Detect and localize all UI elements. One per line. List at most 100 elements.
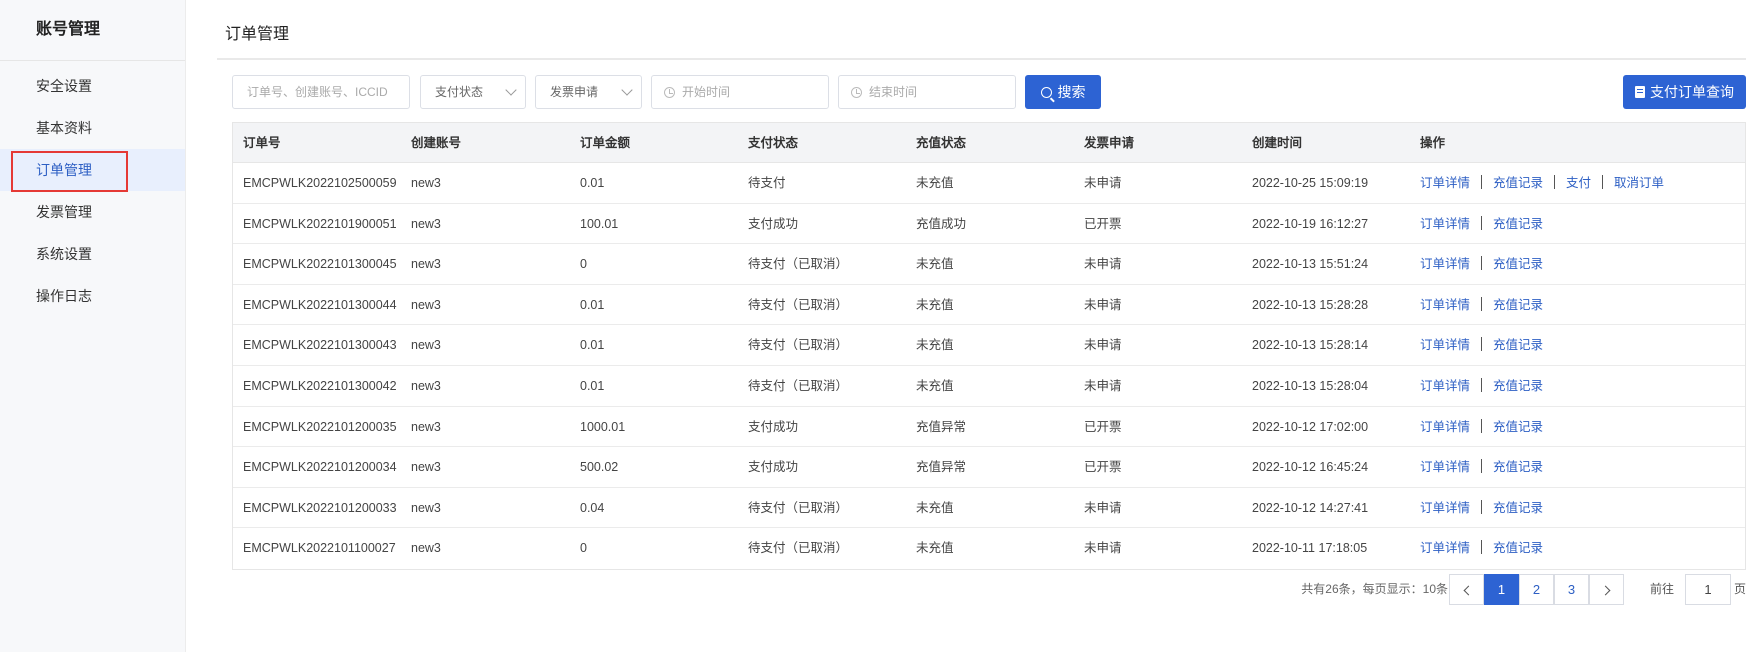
cell-account: new3 — [411, 419, 441, 434]
order-detail-link[interactable]: 订单详情 — [1420, 541, 1470, 555]
order-detail-link[interactable]: 订单详情 — [1420, 217, 1470, 231]
action-separator — [1481, 337, 1483, 352]
start-date-input[interactable]: 开始时间 — [651, 75, 829, 109]
cell-time: 2022-10-13 15:51:24 — [1252, 257, 1369, 272]
cell-actions: 订单详情 充值记录 — [1410, 488, 1745, 528]
end-date-placeholder: 结束时间 — [869, 85, 918, 99]
order-detail-link[interactable]: 订单详情 — [1420, 338, 1470, 352]
column-header: 创建时间 — [1252, 136, 1303, 150]
cell-account: new3 — [411, 216, 441, 231]
order-detail-link[interactable]: 订单详情 — [1420, 501, 1470, 515]
chevron-down-icon — [505, 84, 517, 96]
cell-pay: 待支付（已取消） — [748, 500, 849, 515]
action-separator — [1481, 296, 1483, 311]
cell-invoice: 未申请 — [1084, 176, 1122, 190]
cell-amount: 0 — [580, 257, 587, 272]
cell-time: 2022-10-13 15:28:14 — [1252, 338, 1369, 353]
end-date-input[interactable]: 结束时间 — [838, 75, 1016, 109]
action-separator — [1481, 499, 1483, 514]
cancel-order-link[interactable]: 取消订单 — [1614, 176, 1664, 190]
cell-recharge: 未充值 — [916, 297, 954, 312]
search-input[interactable]: 订单号、创建账号、ICCID — [232, 75, 410, 109]
recharge-record-link[interactable]: 充值记录 — [1493, 379, 1543, 393]
recharge-record-link[interactable]: 充值记录 — [1493, 257, 1543, 271]
search-icon — [1040, 87, 1052, 98]
cell-recharge: 未充值 — [916, 541, 954, 556]
order-detail-link[interactable]: 订单详情 — [1420, 460, 1470, 474]
pay-status-select[interactable]: 支付状态 — [420, 75, 526, 109]
cell-account: new3 — [411, 541, 441, 556]
goto-page-input[interactable]: 1 — [1685, 574, 1731, 605]
next-page-button[interactable] — [1589, 574, 1624, 605]
cell-time: 2022-10-13 15:28:28 — [1252, 297, 1369, 312]
cell-actions: 订单详情 充值记录 — [1410, 447, 1745, 487]
page-button[interactable]: 2 — [1519, 574, 1554, 605]
recharge-record-link[interactable]: 充值记录 — [1493, 217, 1543, 231]
clock-icon — [664, 87, 675, 98]
table-row: EMCPWLK2022101200033 new3 0.04 待支付（已取消） 未充值 未… — [233, 488, 1745, 529]
recharge-record-link[interactable]: 充值记录 — [1493, 501, 1543, 515]
recharge-record-link[interactable]: 充值记录 — [1493, 298, 1543, 312]
cell-pay: 支付成功 — [748, 216, 799, 231]
column-header: 支付状态 — [748, 136, 799, 150]
cell-actions: 订单详情 充值记录 — [1410, 244, 1745, 284]
pay-link[interactable]: 支付 — [1566, 176, 1591, 190]
goto-label: 前往 — [1649, 582, 1674, 596]
invoice-select[interactable]: 发票申请 — [535, 75, 642, 109]
sidebar-item-security[interactable]: 安全设置 — [0, 65, 185, 107]
recharge-record-link[interactable]: 充值记录 — [1493, 460, 1543, 474]
order-detail-link[interactable]: 订单详情 — [1420, 298, 1470, 312]
sidebar-item-invoices[interactable]: 发票管理 — [0, 191, 185, 233]
cell-pay: 待支付（已取消） — [748, 378, 849, 393]
sidebar-item-logs[interactable]: 操作日志 — [0, 275, 185, 317]
cell-amount: 100.01 — [580, 216, 619, 231]
cell-invoice: 未申请 — [1084, 541, 1122, 556]
sidebar-item-settings[interactable]: 系统设置 — [0, 233, 185, 275]
cell-pay: 待支付（已取消） — [748, 338, 849, 353]
sidebar-item-orders[interactable]: 订单管理 — [0, 149, 185, 192]
action-separator — [1481, 377, 1483, 392]
start-date-placeholder: 开始时间 — [682, 85, 731, 99]
order-detail-link[interactable]: 订单详情 — [1420, 257, 1470, 271]
cell-order: EMCPWLK2022101300045 — [243, 257, 397, 272]
table-body: EMCPWLK2022102500059 new3 0.01 待支付 未充值 未申请 202… — [233, 163, 1745, 569]
recharge-record-link[interactable]: 充值记录 — [1493, 338, 1543, 352]
cell-invoice: 未申请 — [1084, 338, 1122, 353]
cell-time: 2022-10-12 14:27:41 — [1252, 500, 1369, 515]
main-content: 订单管理 订单号、创建账号、ICCID 支付状态 发票申请 开始时间 结束时间 … — [217, 0, 1746, 652]
cell-recharge: 未充值 — [916, 338, 954, 353]
search-button[interactable]: 搜索 — [1025, 75, 1101, 109]
action-separator — [1481, 256, 1483, 271]
invoice-select-label: 发票申请 — [550, 85, 599, 99]
cell-account: new3 — [411, 297, 441, 312]
cell-actions: 订单详情 充值记录 — [1410, 407, 1745, 447]
cell-recharge: 未充值 — [916, 500, 954, 515]
selection-highlight-box — [11, 151, 128, 192]
recharge-record-link[interactable]: 充值记录 — [1493, 420, 1543, 434]
cell-recharge: 充值异常 — [916, 419, 967, 434]
clock-icon — [851, 87, 862, 98]
cell-recharge: 未充值 — [916, 257, 954, 272]
recharge-record-link[interactable]: 充值记录 — [1493, 541, 1543, 555]
cell-order: EMCPWLK2022101300043 — [243, 338, 397, 353]
chevron-down-icon — [621, 84, 633, 96]
cell-order: EMCPWLK2022101200035 — [243, 419, 397, 434]
orders-table: 订单号 创建账号 订单金额 支付状态 充值状态 发票申请 创建时间 操作 EMC… — [232, 122, 1746, 570]
order-detail-link[interactable]: 订单详情 — [1420, 176, 1470, 190]
payment-order-query-button[interactable]: 支付订单查询 — [1623, 75, 1746, 109]
prev-page-button[interactable] — [1449, 574, 1484, 605]
cell-time: 2022-10-13 15:28:04 — [1252, 378, 1369, 393]
page-button[interactable]: 3 — [1554, 574, 1589, 605]
order-detail-link[interactable]: 订单详情 — [1420, 379, 1470, 393]
column-header: 创建账号 — [411, 136, 462, 150]
cell-pay: 待支付（已取消） — [748, 541, 849, 556]
sidebar-item-profile[interactable]: 基本资料 — [0, 107, 185, 149]
order-detail-link[interactable]: 订单详情 — [1420, 420, 1470, 434]
cell-account: new3 — [411, 378, 441, 393]
sidebar-nav: 安全设置 基本资料 订单管理 发票管理 系统设置 操作日志 — [0, 61, 185, 317]
cell-account: new3 — [411, 460, 441, 475]
page-button[interactable]: 1 — [1484, 574, 1519, 605]
table-row: EMCPWLK2022101100027 new3 0 待支付（已取消） 未充值 未申请 2… — [233, 528, 1745, 569]
recharge-record-link[interactable]: 充值记录 — [1493, 176, 1543, 190]
cell-actions: 订单详情 充值记录 — [1410, 204, 1745, 244]
